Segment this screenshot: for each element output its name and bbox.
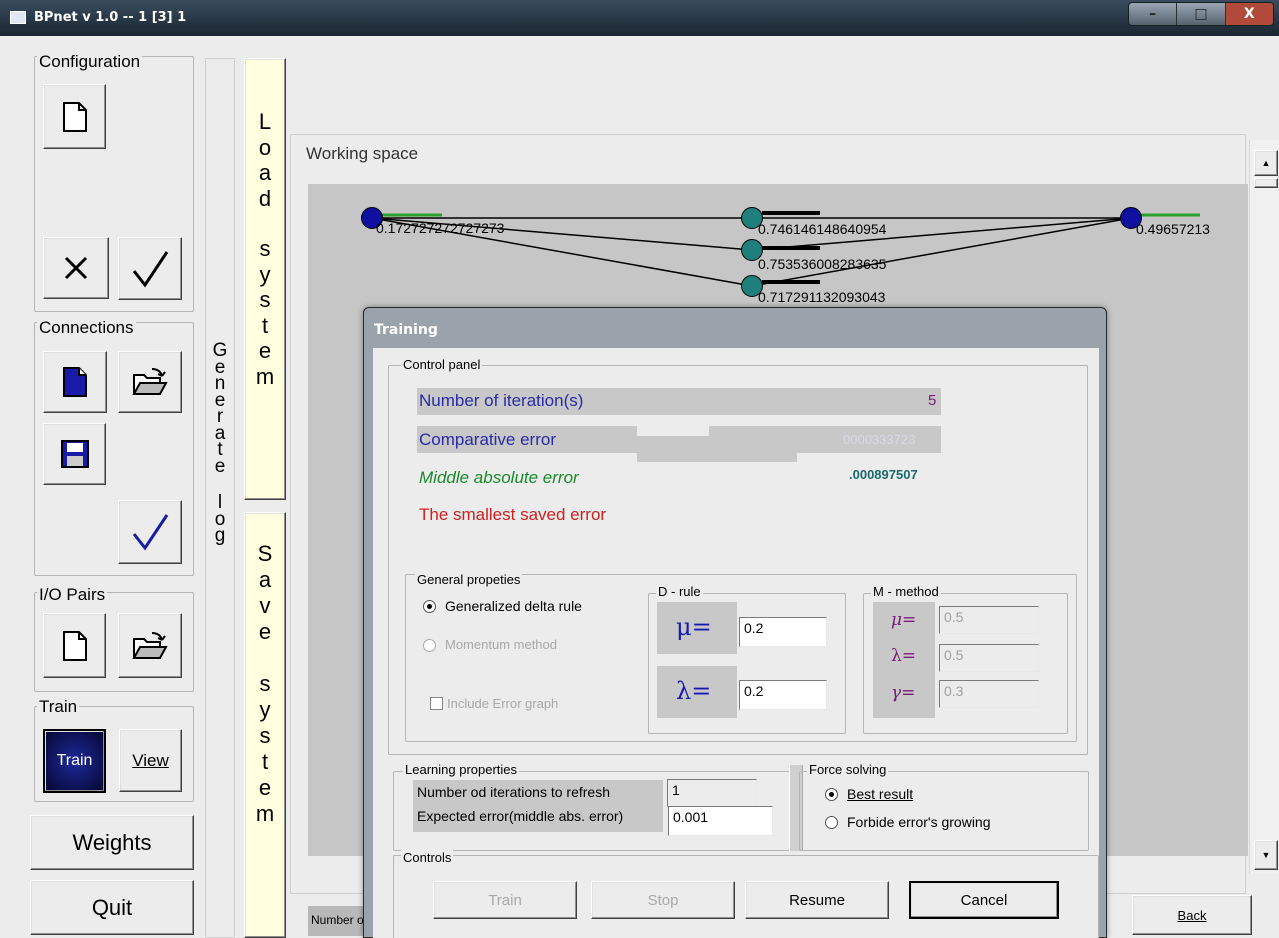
d-rule-label: D - rule: [656, 584, 703, 599]
dialog-title: Training: [374, 322, 438, 338]
comparative-label: Comparative error: [419, 430, 556, 449]
vertical-scrollbar[interactable]: ▲ ▼: [1249, 140, 1279, 874]
dialog-body: Control panel Number of iteration(s) 5 C…: [373, 348, 1099, 938]
d-mu-input[interactable]: 0.2: [739, 617, 827, 647]
iterations-value: 5: [928, 392, 937, 409]
comparative-row-gap: [637, 426, 709, 436]
cancel-button-label: Cancel: [960, 891, 1008, 909]
m-lambda-symbol: λ=: [891, 646, 917, 666]
m-lambda-input[interactable]: 0.5: [939, 644, 1039, 672]
delta-rule-label: Generalized delta rule: [445, 598, 582, 614]
m-gamma-symbol: γ=: [891, 683, 916, 703]
error-graph-label: Include Error graph: [447, 696, 559, 711]
scroll-down-button[interactable]: ▼: [1254, 840, 1278, 870]
refresh-input[interactable]: 1: [667, 779, 757, 807]
hidden-node-2-value: 0.753536008283635: [758, 256, 887, 272]
momentum-radio[interactable]: [423, 639, 436, 652]
input-node-value: 0.172727272727273: [376, 220, 505, 236]
d-lambda-input[interactable]: 0.2: [739, 680, 827, 710]
train-button-label: Train: [488, 891, 522, 909]
learning-properties-label: Learning properties: [403, 762, 520, 777]
comparative-row-tab: [637, 453, 797, 462]
stop-button[interactable]: Stop: [591, 881, 735, 919]
iterations-label: Number of iteration(s): [419, 391, 584, 410]
m-mu-symbol: μ=: [891, 610, 917, 630]
error-graph-checkbox[interactable]: [430, 697, 443, 710]
status-text: Number o: [311, 913, 364, 927]
forbide-growing-label: Forbide error's growing: [847, 814, 991, 830]
refresh-label: Number od iterations to refresh: [417, 784, 610, 800]
m-gamma-input[interactable]: 0.3: [939, 680, 1039, 708]
cancel-button[interactable]: Cancel: [909, 881, 1059, 919]
momentum-label: Momentum method: [445, 637, 557, 652]
best-result-radio[interactable]: [825, 788, 838, 801]
control-panel-label: Control panel: [401, 357, 483, 372]
expected-input[interactable]: 0.001: [668, 806, 773, 836]
d-mu-symbol: μ=: [676, 613, 712, 641]
m-mu-input[interactable]: 0.5: [939, 606, 1039, 634]
middle-error-label: Middle absolute error: [419, 468, 579, 487]
back-button[interactable]: Back: [1132, 895, 1252, 935]
controls-label: Controls: [401, 850, 454, 865]
arrow-up-icon: ▲: [1261, 158, 1271, 168]
scroll-thumb[interactable]: [1254, 178, 1278, 188]
hidden-node-3-value: 0.717291132093043: [758, 289, 886, 305]
train-button[interactable]: Train: [433, 881, 577, 919]
expected-label: Expected error(middle abs. error): [417, 808, 624, 824]
resume-button-label: Resume: [789, 891, 845, 909]
delta-rule-radio[interactable]: [423, 600, 436, 613]
resume-button[interactable]: Resume: [745, 881, 889, 919]
middle-error-value: .000897507: [849, 467, 918, 482]
force-solving-group: [799, 771, 1089, 851]
best-result-label: Best result: [847, 786, 914, 802]
back-button-label: Back: [1177, 907, 1207, 923]
comparative-value: 0000333723: [843, 432, 916, 447]
m-method-label: M - method: [871, 584, 941, 599]
smallest-error-label: The smallest saved error: [419, 505, 607, 524]
training-dialog: Training Control panel Number of iterati…: [363, 307, 1107, 938]
forbide-growing-radio[interactable]: [825, 816, 838, 829]
d-lambda-symbol: λ=: [676, 677, 712, 705]
scroll-up-button[interactable]: ▲: [1254, 150, 1278, 176]
arrow-down-icon: ▼: [1261, 850, 1271, 860]
hidden-node-1-value: 0.746146148640954: [758, 221, 887, 237]
general-properties-label: General propeties: [415, 572, 523, 587]
output-node-value: 0.49657213: [1136, 221, 1210, 237]
force-solving-label: Force solving: [807, 762, 889, 777]
stop-button-label: Stop: [647, 891, 679, 909]
